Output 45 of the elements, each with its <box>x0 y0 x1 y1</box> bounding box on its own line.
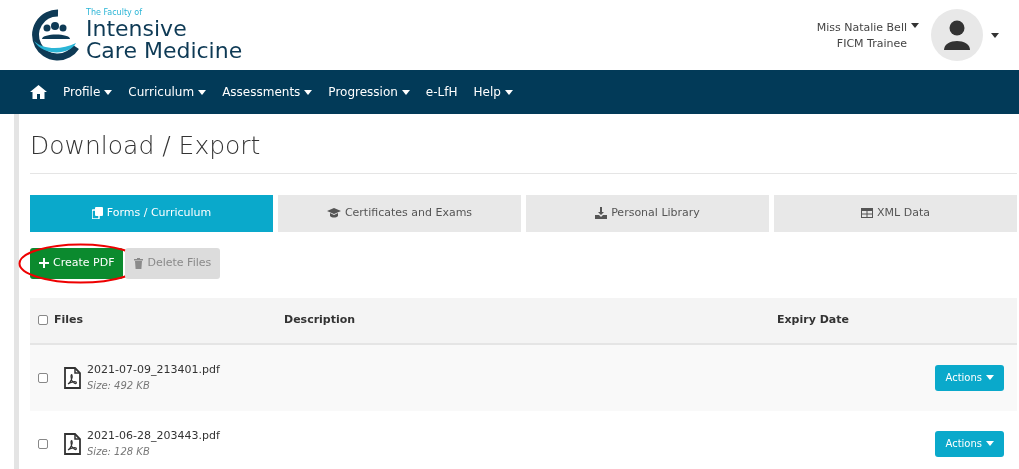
create-pdf-button[interactable]: Create PDF <box>30 247 124 279</box>
copy-icon <box>91 207 103 219</box>
checkbox[interactable] <box>38 315 48 325</box>
file-name: 2021-06-28_203443.pdf <box>87 427 220 444</box>
download-icon <box>595 207 608 219</box>
user-icon <box>943 20 971 50</box>
nav-item[interactable]: Progression <box>328 83 410 101</box>
caret-icon <box>104 89 113 95</box>
logo-title: Care Medicine <box>86 39 243 62</box>
caret-icon <box>986 375 994 380</box>
nav-item[interactable]: Profile <box>63 83 113 101</box>
user-menu[interactable]: Miss Natalie Bell FICM Trainee <box>816 17 919 53</box>
column-header: Description <box>284 312 356 326</box>
home-icon[interactable] <box>30 85 47 99</box>
avatar-button[interactable] <box>931 9 999 61</box>
file-size: Size: 492 KB <box>87 378 151 393</box>
tab[interactable]: Personal Library <box>526 194 769 232</box>
file-size: Size: 128 KB <box>87 444 151 459</box>
logo-tagline: The Faculty of <box>86 8 144 17</box>
tab[interactable]: XML Data <box>774 194 1017 232</box>
column-header: Expiry Date <box>777 312 849 326</box>
caret-icon <box>504 89 513 95</box>
plus-icon <box>39 258 49 268</box>
checkbox[interactable] <box>38 438 48 449</box>
pdf-file-icon <box>64 366 81 389</box>
column-header: Files <box>54 311 84 328</box>
page-title: Download / Export <box>30 114 1017 174</box>
file-name: 2021-07-09_213401.pdf <box>87 361 220 378</box>
caret-icon <box>304 89 313 95</box>
nav-item[interactable]: Curriculum <box>128 83 207 101</box>
caret-icon <box>986 441 994 446</box>
logo-title: Intensive <box>86 17 188 40</box>
pdf-file-icon <box>64 432 81 455</box>
tab[interactable]: Certificates and Exams <box>278 194 521 232</box>
caret-icon <box>991 32 999 38</box>
nav-item[interactable]: e-LfH <box>425 83 458 101</box>
trash-icon <box>134 257 144 269</box>
caret-icon <box>911 23 919 29</box>
graduation-cap-icon <box>326 208 341 218</box>
nav-item[interactable]: Help <box>473 83 513 101</box>
checkbox[interactable] <box>38 372 48 383</box>
table-icon <box>861 208 874 218</box>
nav-item[interactable]: Assessments <box>222 83 313 101</box>
caret-icon <box>401 89 410 95</box>
caret-icon <box>198 89 207 95</box>
